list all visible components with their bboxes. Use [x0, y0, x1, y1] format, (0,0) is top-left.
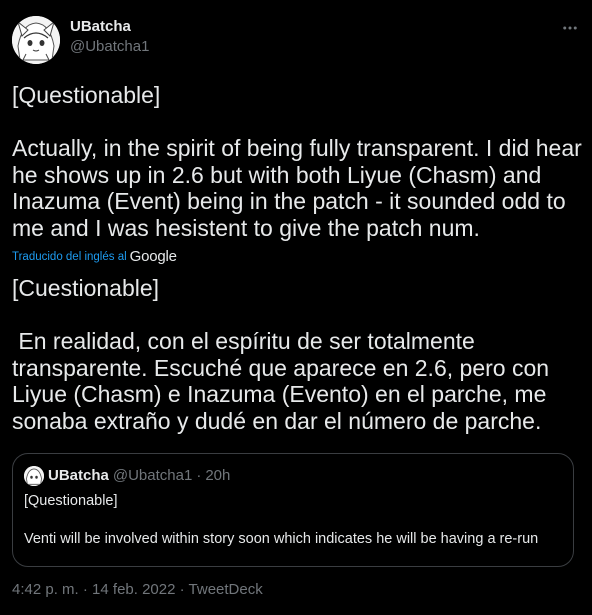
tweet-translated-text: [Cuestionable] En realidad, con el espír…: [12, 275, 550, 434]
footer-separator-2: ·: [175, 581, 189, 598]
quoted-tweet[interactable]: UBatcha @Ubatcha1 · 20h [Questionable] V…: [12, 453, 574, 567]
quoted-display-name: UBatcha: [48, 467, 109, 484]
author-handle[interactable]: @Ubatcha1: [70, 37, 149, 57]
more-horizontal-icon[interactable]: [560, 18, 580, 38]
translation-attribution[interactable]: Traducido del inglés al Google: [12, 248, 177, 265]
quoted-avatar: [24, 466, 44, 486]
quoted-handle: @Ubatcha1: [112, 467, 193, 484]
tweet-time[interactable]: 4:42 p. m.: [12, 581, 79, 598]
avatar-image: [12, 16, 60, 64]
quoted-tweet-header: UBatcha @Ubatcha1 · 20h: [24, 466, 230, 486]
tweet: UBatcha @Ubatcha1 [Questionable] Actuall…: [0, 0, 592, 615]
translator-logo: Google: [129, 248, 177, 265]
tweet-footer: 4:42 p. m. · 14 feb. 2022 · TweetDeck: [12, 580, 263, 600]
quoted-tweet-text: [Questionable] Venti will be involved wi…: [24, 493, 539, 547]
quoted-time: 20h: [205, 467, 231, 484]
footer-separator: ·: [78, 581, 93, 598]
author-names[interactable]: UBatcha @Ubatcha1: [70, 17, 149, 57]
tweet-original-text: [Questionable] Actually, in the spirit o…: [12, 82, 582, 241]
tweet-header: UBatcha @Ubatcha1: [12, 12, 580, 64]
tweet-date[interactable]: 14 feb. 2022: [92, 581, 175, 598]
author-display-name[interactable]: UBatcha: [70, 17, 149, 37]
translation-label[interactable]: Traducido del inglés al: [12, 251, 127, 263]
quoted-separator: ·: [196, 467, 202, 484]
tweet-source[interactable]: TweetDeck: [189, 581, 263, 598]
avatar[interactable]: [12, 16, 60, 64]
